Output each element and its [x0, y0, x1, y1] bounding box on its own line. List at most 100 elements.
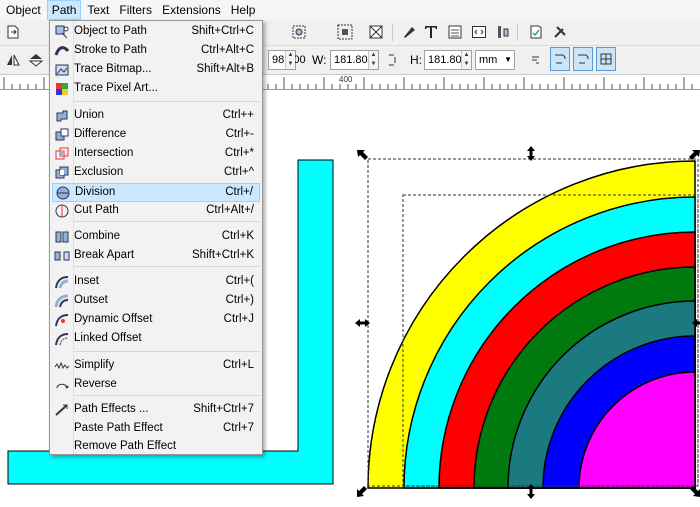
separator: [517, 24, 518, 41]
flip-horizontal-icon[interactable]: [4, 51, 22, 69]
menu-item-label: Stroke to Path: [74, 44, 147, 56]
menu-item-shortcut: Ctrl+Alt+C: [200, 44, 254, 56]
height-spin-arrows-icon[interactable]: ▲ ▼: [461, 51, 471, 69]
menu-item-cut-path[interactable]: Cut Path Ctrl+Alt+/: [52, 202, 260, 221]
move-gradients-toggle[interactable]: [573, 47, 593, 71]
width-spin-arrows-icon[interactable]: ▲ ▼: [368, 51, 378, 69]
menu-item-reverse[interactable]: Reverse: [52, 376, 260, 395]
layers-icon[interactable]: [446, 23, 464, 41]
xml-editor-icon[interactable]: [470, 23, 488, 41]
menu-item-shortcut: Ctrl+-: [225, 128, 254, 140]
menu-item-label: Intersection: [74, 147, 134, 159]
stroke-to-path-icon: [54, 43, 70, 59]
zoom-page-icon[interactable]: [367, 23, 385, 41]
menu-help[interactable]: Help: [227, 0, 260, 20]
menu-item-shortcut: Ctrl+*: [224, 147, 254, 159]
menu-item-combine[interactable]: Combine Ctrl+K: [52, 228, 260, 247]
menu-item-label: Trace Bitmap...: [74, 63, 152, 75]
menu-item-union[interactable]: Union Ctrl++: [52, 107, 260, 126]
resize-handle-sw[interactable]: [357, 486, 367, 497]
menu-path[interactable]: Path: [46, 0, 82, 20]
x-spin-arrows-icon[interactable]: ▲ ▼: [285, 51, 295, 69]
fill-stroke-icon[interactable]: [400, 23, 418, 41]
menubar: Object Path Text Filters Extensions Help: [0, 0, 700, 21]
menu-item-shortcut: Shift+Alt+B: [196, 63, 254, 75]
menu-item-division[interactable]: Division Ctrl+/: [52, 183, 260, 202]
linked-offset-icon: [54, 331, 70, 347]
scale-stroke-icon[interactable]: [527, 51, 545, 69]
menu-item-outset[interactable]: Outset Ctrl+): [52, 292, 260, 311]
menu-item-label: Simplify: [74, 359, 115, 371]
simplify-icon: [54, 358, 70, 374]
menu-item-remove-path-effect[interactable]: Remove Path Effect: [52, 438, 260, 457]
trace-bitmap-icon: [54, 62, 70, 78]
menu-item-label: Break Apart: [74, 249, 135, 261]
menu-separator: [74, 395, 260, 396]
menu-item-label: Dynamic Offset: [74, 313, 153, 325]
width-field[interactable]: 181.806 ▲ ▼: [330, 50, 379, 70]
zoom-drawing-icon[interactable]: [290, 23, 308, 41]
cut-path-icon: [54, 203, 70, 219]
width-label: W:: [312, 53, 327, 67]
difference-icon: [54, 127, 70, 143]
intersection-icon: [54, 146, 70, 162]
document-properties-icon[interactable]: [527, 23, 545, 41]
menu-filters[interactable]: Filters: [115, 0, 156, 20]
separator: [392, 24, 393, 41]
menu-item-linked-offset[interactable]: Linked Offset: [52, 330, 260, 349]
menu-item-trace-pixel-art[interactable]: Trace Pixel Art...: [52, 80, 260, 99]
path-effects-icon: [54, 402, 70, 418]
menu-item-inset[interactable]: Inset Ctrl+(: [52, 273, 260, 292]
text-font-icon[interactable]: [422, 23, 440, 41]
chevron-down-icon: ▼: [504, 55, 512, 64]
menu-item-label: Reverse: [74, 378, 117, 390]
unit-select[interactable]: mm ▼: [475, 50, 515, 70]
menu-separator: [74, 266, 260, 267]
menu-item-shortcut: Shift+Ctrl+C: [191, 25, 254, 37]
menu-item-paste-path-effect[interactable]: Paste Path Effect Ctrl+7: [52, 420, 260, 439]
menu-item-object-to-path[interactable]: Object to Path Shift+Ctrl+C: [52, 23, 260, 42]
menu-item-label: Cut Path: [74, 204, 119, 216]
move-patterns-toggle[interactable]: [596, 47, 616, 71]
align-distribute-icon[interactable]: [494, 23, 512, 41]
menu-item-label: Trace Pixel Art...: [74, 82, 158, 94]
menu-item-shortcut: Ctrl+(: [225, 275, 254, 287]
menu-separator: [74, 221, 260, 222]
resize-handle-nw[interactable]: [357, 150, 368, 160]
menu-item-shortcut: Shift+Ctrl+K: [192, 249, 254, 261]
zoom-selection-icon[interactable]: [336, 23, 354, 41]
menu-item-label: Linked Offset: [74, 332, 142, 344]
preferences-icon[interactable]: [551, 23, 569, 41]
flip-vertical-icon[interactable]: [27, 51, 45, 69]
menu-item-path-effects[interactable]: Path Effects ... Shift+Ctrl+7: [52, 401, 260, 420]
menu-text[interactable]: Text: [83, 0, 113, 20]
menu-item-difference[interactable]: Difference Ctrl+-: [52, 126, 260, 145]
import-icon[interactable]: [4, 23, 22, 41]
menu-item-simplify[interactable]: Simplify Ctrl+L: [52, 357, 260, 376]
menu-item-trace-bitmap[interactable]: Trace Bitmap... Shift+Alt+B: [52, 61, 260, 80]
menu-item-break-apart[interactable]: Break Apart Shift+Ctrl+K: [52, 247, 260, 266]
division-icon: [55, 185, 71, 201]
object-to-path-icon: [54, 24, 70, 40]
menu-extensions[interactable]: Extensions: [158, 0, 225, 20]
menu-item-shortcut: Ctrl+Alt+/: [206, 204, 254, 216]
trace-pixel-art-icon: [54, 81, 70, 97]
menu-item-intersection[interactable]: Intersection Ctrl+*: [52, 145, 260, 164]
menu-item-dynamic-offset[interactable]: Dynamic Offset Ctrl+J: [52, 311, 260, 330]
menu-item-shortcut: Ctrl+^: [224, 166, 254, 178]
lock-proportions-icon[interactable]: [384, 51, 402, 69]
menu-object[interactable]: Object: [2, 0, 45, 20]
reverse-icon: [54, 377, 70, 393]
height-field[interactable]: 181.800 ▲ ▼: [424, 50, 472, 70]
menu-item-shortcut: Ctrl+): [225, 294, 254, 306]
menu-item-exclusion[interactable]: Exclusion Ctrl+^: [52, 164, 260, 183]
menu-item-shortcut: Ctrl+7: [223, 422, 254, 434]
menu-item-label: Paste Path Effect: [74, 422, 163, 434]
menu-item-label: Union: [74, 109, 105, 121]
unit-value: mm: [479, 54, 498, 66]
scale-corners-toggle[interactable]: [550, 47, 570, 71]
menu-item-stroke-to-path[interactable]: Stroke to Path Ctrl+Alt+C: [52, 42, 260, 61]
menu-item-shortcut: Ctrl+/: [225, 186, 253, 198]
x-position-field[interactable]: 98.100 ▲▼: [268, 50, 306, 70]
menu-item-shortcut: Ctrl+J: [223, 313, 254, 325]
